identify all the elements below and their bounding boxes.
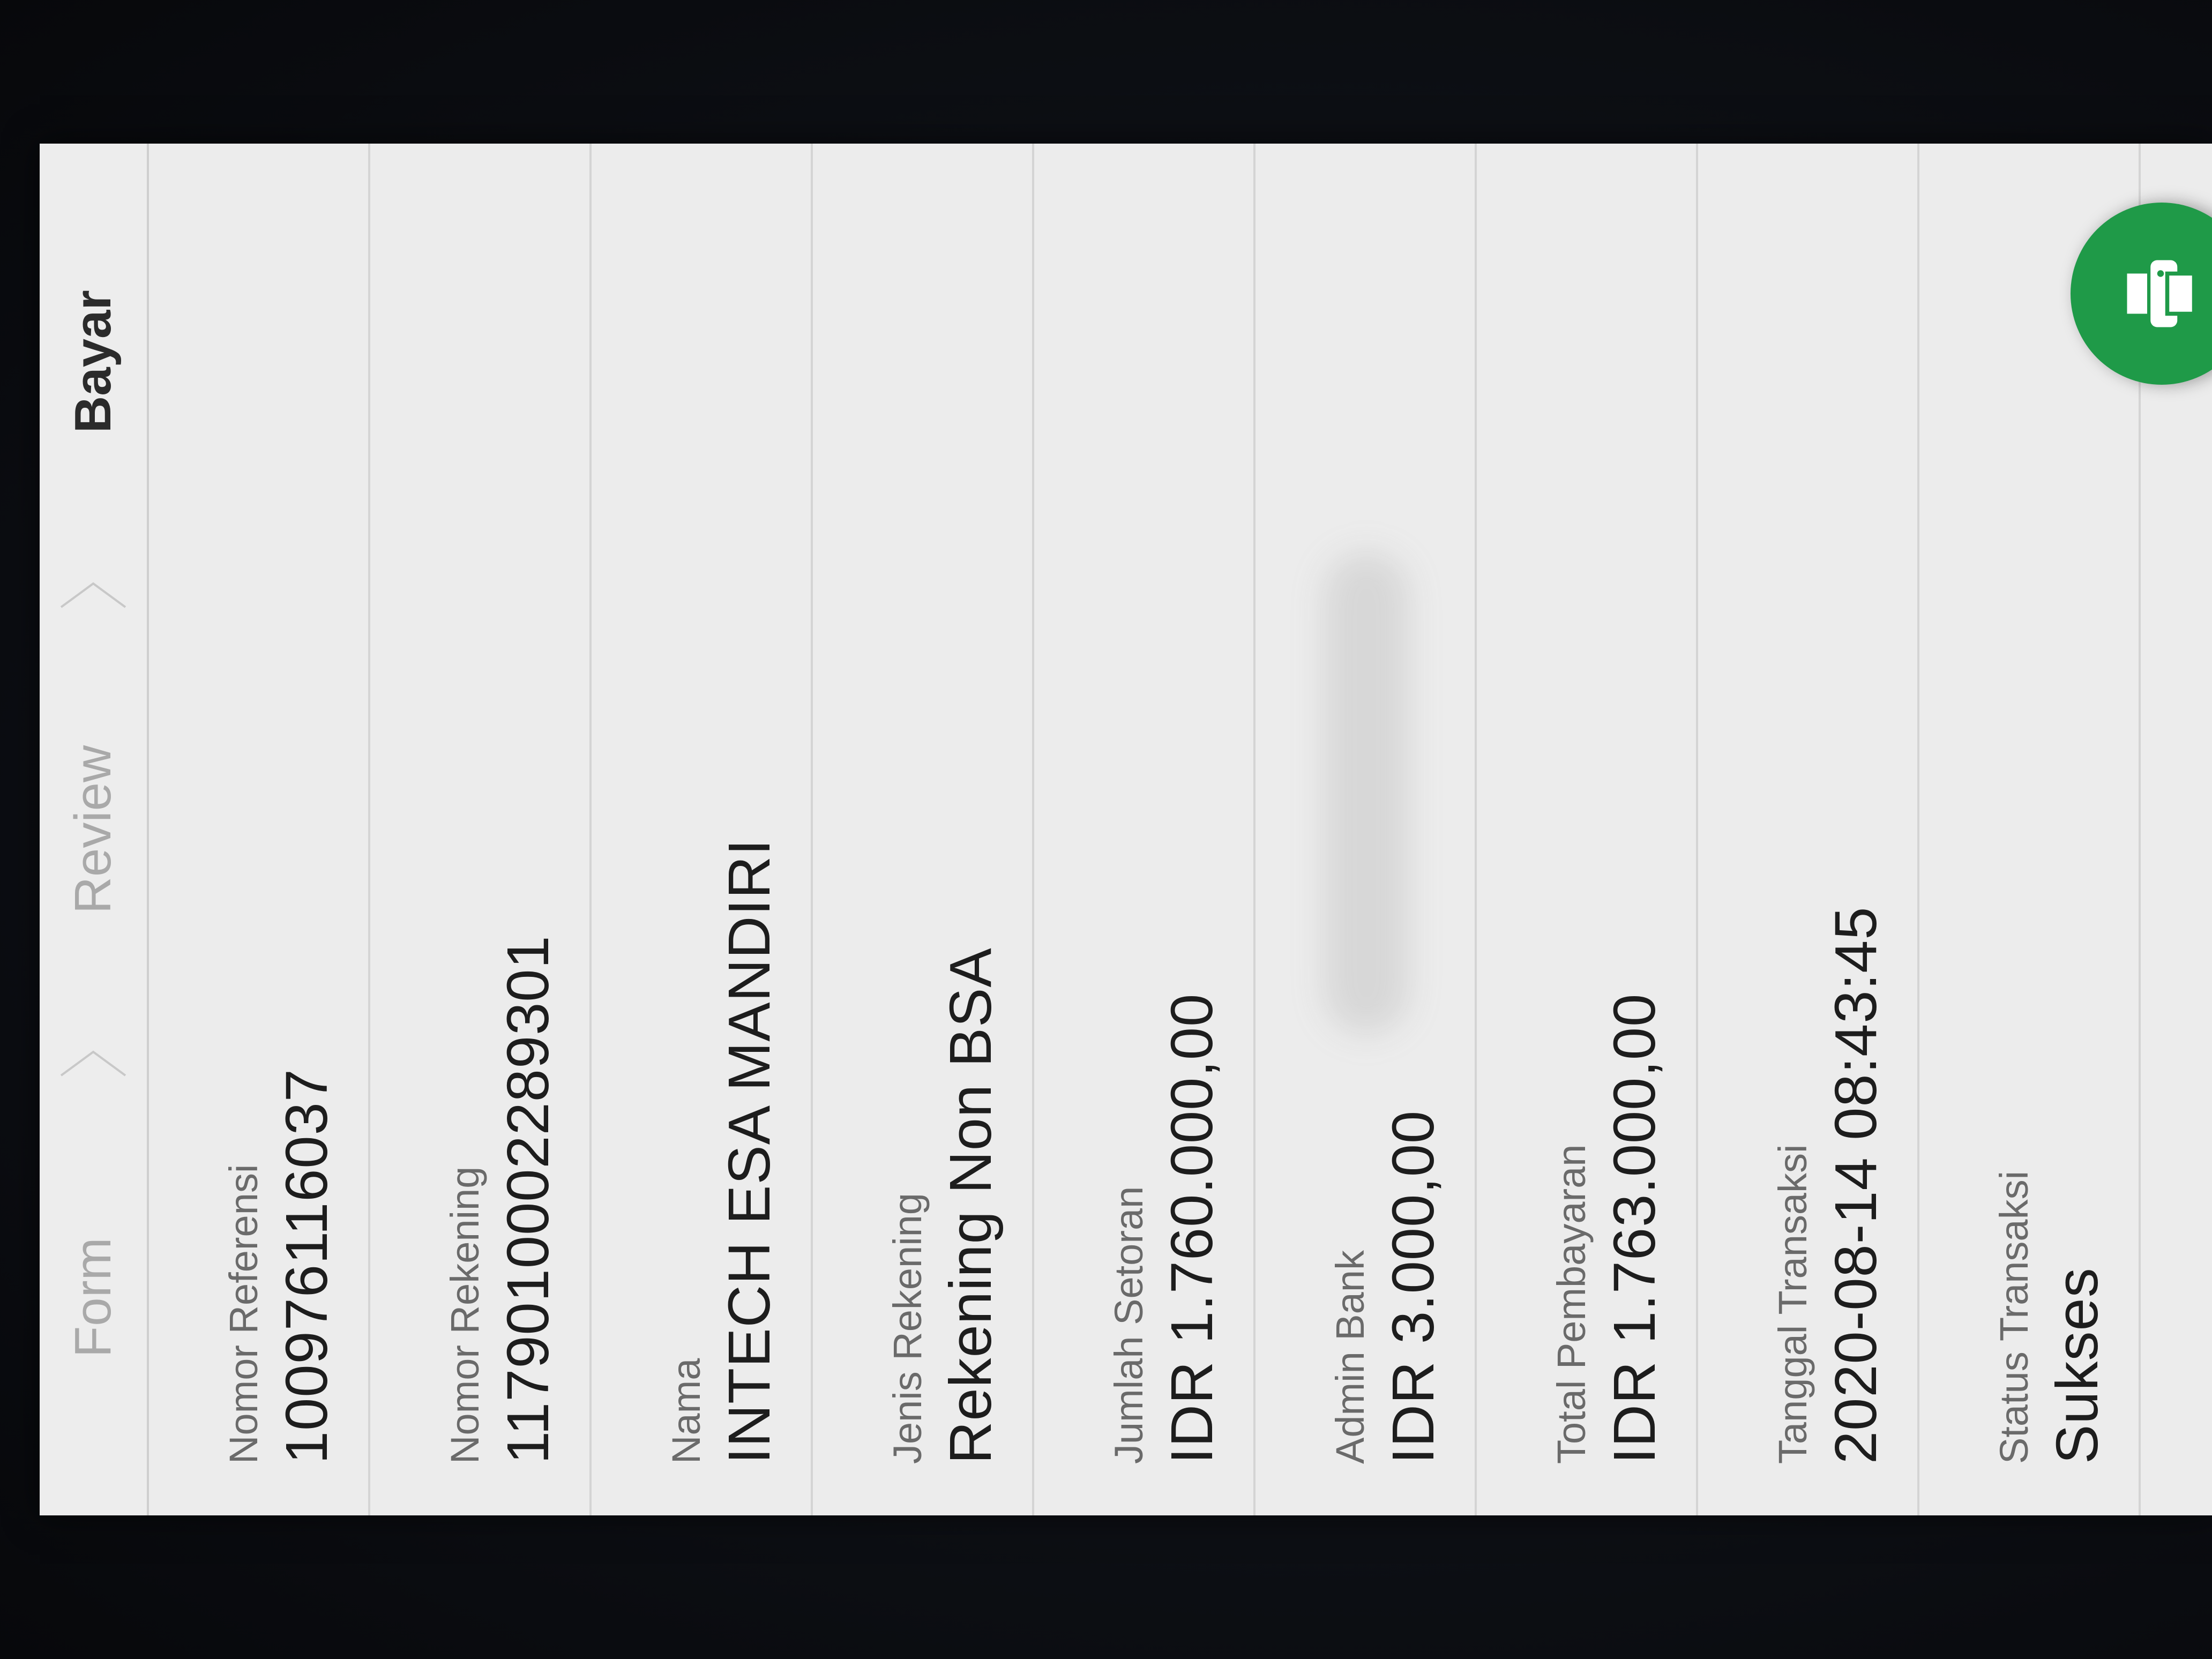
field-total-pembayaran: Total Pembayaran IDR 1.763.000,00 xyxy=(1477,144,1698,1515)
transaction-stepper: Form Review Bayar xyxy=(40,144,149,1515)
field-label: Nomor Referensi xyxy=(221,1164,266,1464)
field-label: Nomor Rekening xyxy=(443,1166,487,1464)
field-value: 1179010002289301 xyxy=(495,935,561,1464)
step-bayar-label: Bayar xyxy=(64,290,122,434)
field-jenis-rekening: Jenis Rekening Rekening Non BSA xyxy=(813,144,1034,1515)
field-label: Status Transaksi xyxy=(1992,1170,2036,1464)
field-value: 2020-08-14 08:43:45 xyxy=(1823,906,1889,1464)
field-value: INTECH ESA MANDIRI xyxy=(716,838,782,1464)
field-label: Total Pembayaran xyxy=(1549,1144,1594,1464)
field-label: Jumlah Setoran xyxy=(1107,1186,1151,1464)
printer-icon xyxy=(2120,253,2203,334)
transaction-details: Nomor Referensi 100976116037 Nomor Reken… xyxy=(149,144,2141,1515)
field-nomor-rekening: Nomor Rekening 1179010002289301 xyxy=(370,144,592,1515)
field-tanggal-transaksi: Tanggal Transaksi 2020-08-14 08:43:45 xyxy=(1698,144,1919,1515)
step-form-label: Form xyxy=(64,1237,122,1358)
field-jumlah-setoran: Jumlah Setoran IDR 1.760.000,00 xyxy=(1034,144,1256,1515)
field-value: IDR 1.763.000,00 xyxy=(1602,993,1668,1464)
field-value: Rekening Non BSA xyxy=(938,947,1004,1464)
field-label: Jenis Rekening xyxy=(885,1193,930,1464)
field-label: Nama xyxy=(664,1358,708,1464)
screen-smudge xyxy=(1324,552,1409,1034)
chevron-right-icon xyxy=(40,1048,147,1080)
phone-screen: Form Review Bayar Nomor Referensi 100976… xyxy=(40,144,2212,1515)
field-nomor-referensi: Nomor Referensi 100976116037 xyxy=(149,144,370,1515)
field-label: Tanggal Transaksi xyxy=(1770,1144,1815,1464)
field-value: IDR 1.760.000,00 xyxy=(1159,993,1225,1464)
chevron-right-icon xyxy=(40,579,147,611)
step-review[interactable]: Review xyxy=(40,611,147,1047)
step-review-label: Review xyxy=(64,745,122,914)
field-value: 100976116037 xyxy=(274,1068,340,1464)
step-form[interactable]: Form xyxy=(40,1080,147,1515)
photo-background: Form Review Bayar Nomor Referensi 100976… xyxy=(0,0,2212,1659)
step-bayar[interactable]: Bayar xyxy=(40,144,147,579)
field-nama: Nama INTECH ESA MANDIRI xyxy=(592,144,813,1515)
